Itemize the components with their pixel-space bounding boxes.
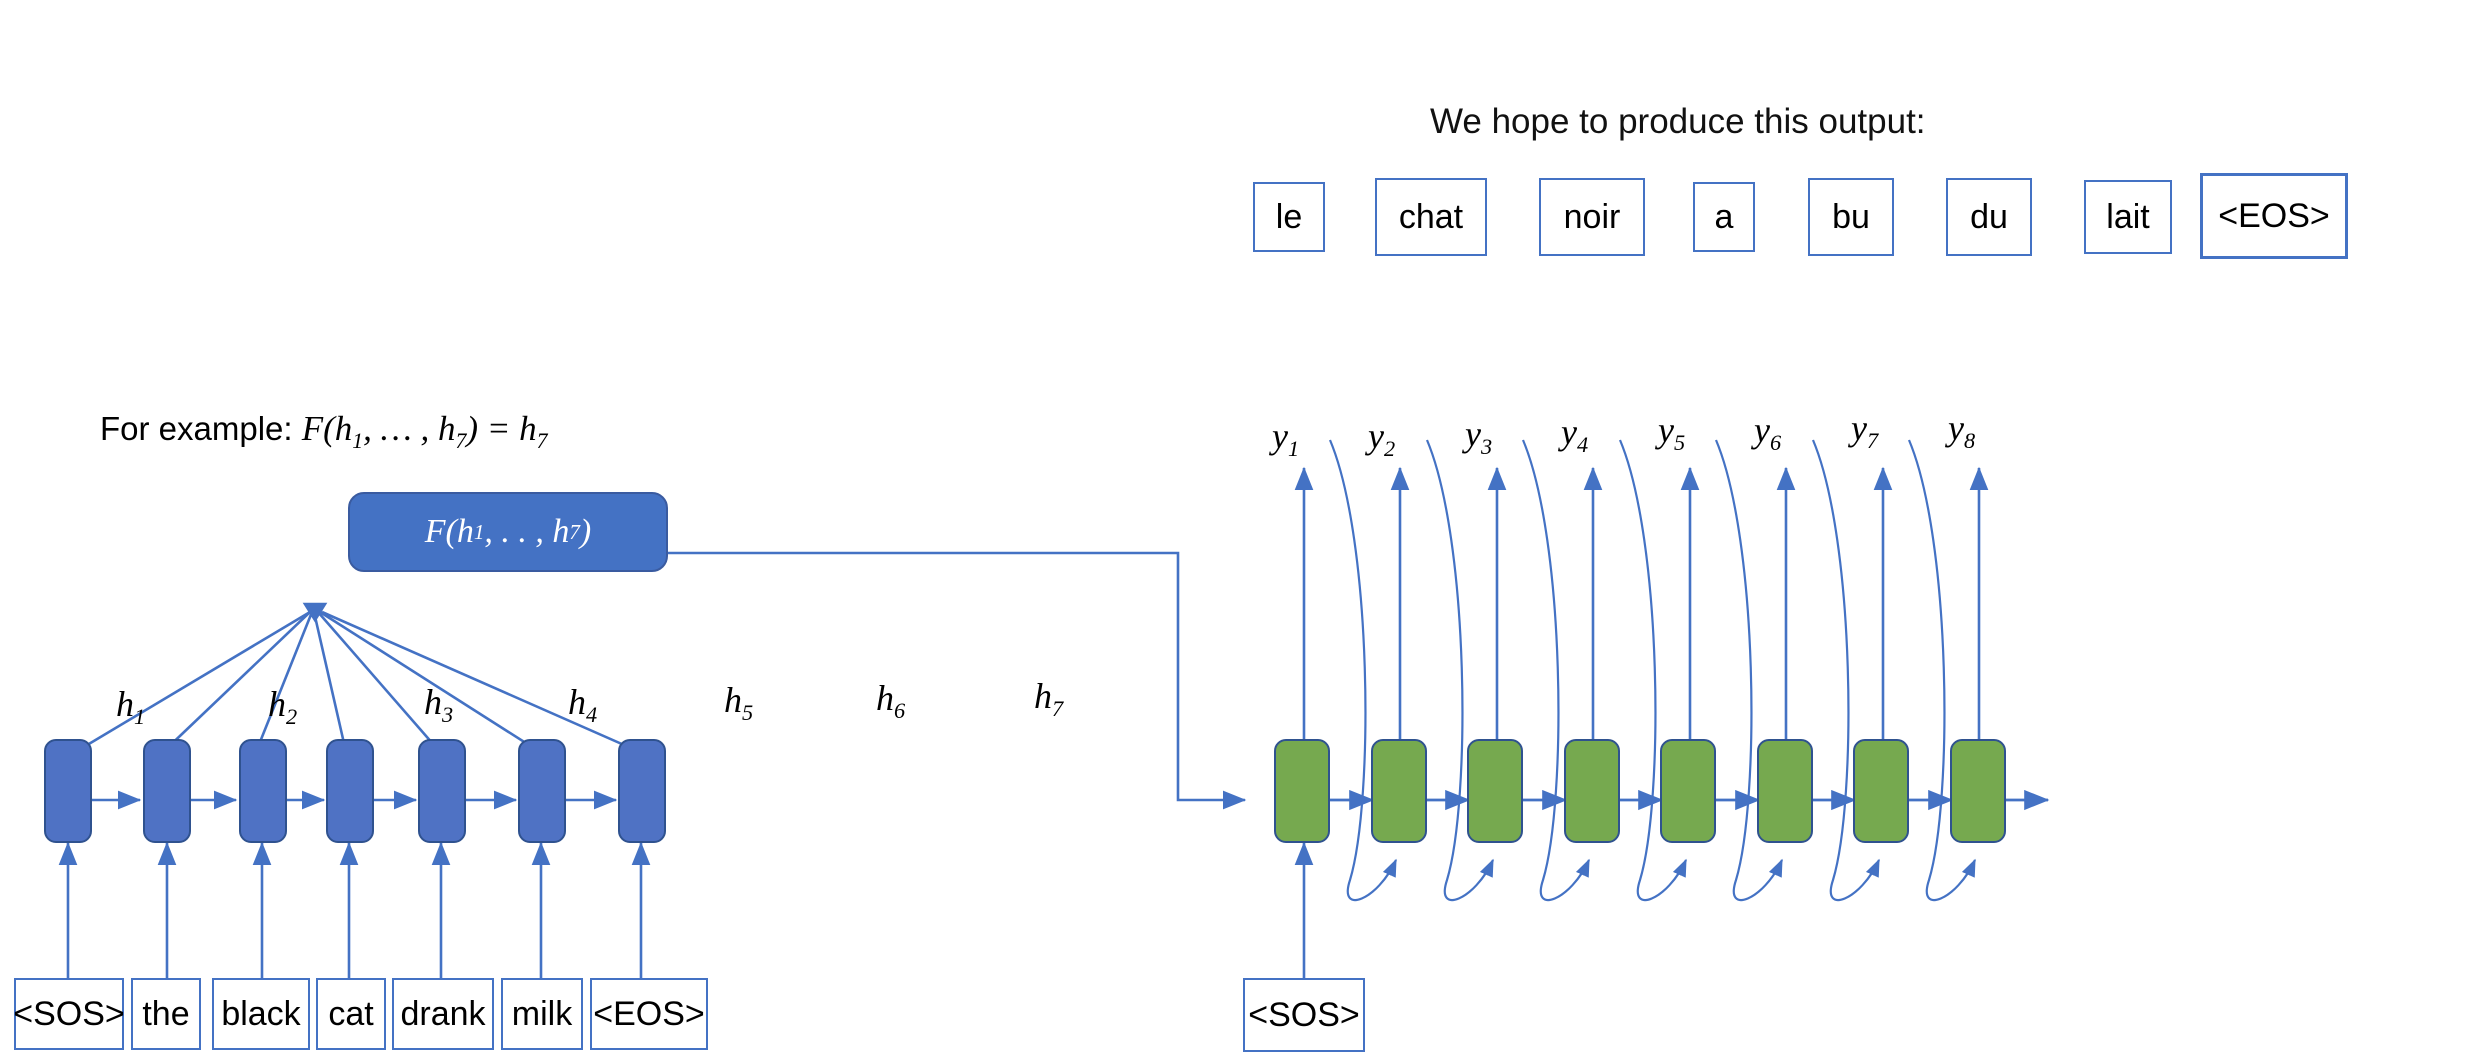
y2-base: y xyxy=(1368,416,1384,456)
hidden-label-h7: h7 xyxy=(1034,678,1063,721)
example-caption: For example: F(h1, … , h7) = h7 xyxy=(100,409,547,454)
y2-sub: 2 xyxy=(1383,436,1396,462)
fbox-open: F(h xyxy=(424,513,474,550)
hidden-label-h5: h5 xyxy=(724,682,753,725)
caption-close: ) = h xyxy=(466,409,537,448)
y6-sub: 6 xyxy=(1769,430,1782,456)
decoder-cell-2[interactable] xyxy=(1371,739,1427,843)
y4-base: y xyxy=(1561,412,1577,452)
target-token-a[interactable]: a xyxy=(1693,182,1755,252)
encoder-input-arrows xyxy=(58,841,651,978)
encoder-cell-5[interactable] xyxy=(418,739,466,843)
y3-base: y xyxy=(1465,414,1481,454)
fbox-mid: , . . , h xyxy=(484,513,570,550)
example-caption-prefix: For example: xyxy=(100,410,302,447)
decoder-cell-4[interactable] xyxy=(1564,739,1620,843)
decoder-cell-3[interactable] xyxy=(1467,739,1523,843)
encoder-input-sos[interactable]: <SOS> xyxy=(13,978,125,1050)
target-token-le[interactable]: le xyxy=(1253,182,1325,252)
h1-base: h xyxy=(116,684,134,724)
encoder-input-eos[interactable]: <EOS> xyxy=(590,978,708,1050)
encoder-cell-2[interactable] xyxy=(143,739,191,843)
target-output-headline: We hope to produce this output: xyxy=(1430,102,1926,141)
y8-base: y xyxy=(1948,408,1964,448)
h4-base: h xyxy=(568,682,586,722)
context-function-box[interactable]: F(h 1, . . , h 7) xyxy=(348,492,668,572)
y8-sub: 8 xyxy=(1963,428,1976,454)
encoder-cell-3[interactable] xyxy=(239,739,287,843)
h7-sub: 7 xyxy=(1052,696,1064,722)
encoder-input-milk[interactable]: milk xyxy=(501,978,583,1050)
caption-func-open: F(h xyxy=(301,409,353,448)
h1-sub: 1 xyxy=(134,704,146,730)
encoder-input-the[interactable]: the xyxy=(131,978,201,1050)
target-token-noir[interactable]: noir xyxy=(1539,178,1645,256)
caption-sub-b: 7 xyxy=(455,429,467,453)
fbox-sub-a: 1 xyxy=(473,519,485,544)
h3-sub: 3 xyxy=(442,702,454,728)
hidden-label-h1: h1 xyxy=(116,686,145,729)
h7-base: h xyxy=(1034,676,1052,716)
output-label-y6: y6 xyxy=(1754,412,1781,455)
target-token-eos[interactable]: <EOS> xyxy=(2200,173,2348,259)
encoder-cell-4[interactable] xyxy=(326,739,374,843)
decoder-cell-7[interactable] xyxy=(1853,739,1909,843)
hidden-state-fanin-lines xyxy=(61,602,641,762)
hidden-label-h6: h6 xyxy=(876,680,905,723)
encoder-cell-7[interactable] xyxy=(618,739,666,843)
fbox-close: ) xyxy=(579,513,592,550)
encoder-input-black[interactable]: black xyxy=(212,978,310,1050)
y5-sub: 5 xyxy=(1673,430,1686,456)
diagram-canvas: We hope to produce this output: le chat … xyxy=(0,0,2476,1064)
output-label-y5: y5 xyxy=(1658,412,1685,455)
encoder-cell-1[interactable] xyxy=(44,739,92,843)
target-token-lait[interactable]: lait xyxy=(2084,180,2172,254)
y3-sub: 3 xyxy=(1480,434,1493,460)
y4-sub: 4 xyxy=(1576,432,1589,458)
h6-base: h xyxy=(876,678,894,718)
output-label-y2: y2 xyxy=(1368,418,1395,461)
decoder-output-arrows xyxy=(1294,466,1989,757)
h5-base: h xyxy=(724,680,742,720)
output-label-y7: y7 xyxy=(1851,410,1878,453)
output-label-y1: y1 xyxy=(1272,418,1299,461)
h5-sub: 5 xyxy=(742,700,754,726)
y1-sub: 1 xyxy=(1287,436,1300,462)
decoder-cell-5[interactable] xyxy=(1660,739,1716,843)
y6-base: y xyxy=(1754,410,1770,450)
y5-base: y xyxy=(1658,410,1674,450)
output-label-y4: y4 xyxy=(1561,414,1588,457)
decoder-cell-8[interactable] xyxy=(1950,739,2006,843)
decoder-input-sos[interactable]: <SOS> xyxy=(1243,978,1365,1052)
y7-sub: 7 xyxy=(1866,428,1879,454)
target-token-bu[interactable]: bu xyxy=(1808,178,1894,256)
fbox-sub-b: 7 xyxy=(569,519,580,544)
output-label-y3: y3 xyxy=(1465,416,1492,459)
encoder-input-cat[interactable]: cat xyxy=(316,978,386,1050)
output-label-y8: y8 xyxy=(1948,410,1975,453)
y7-base: y xyxy=(1851,408,1867,448)
hidden-label-h3: h3 xyxy=(424,684,453,727)
target-token-chat[interactable]: chat xyxy=(1375,178,1487,256)
decoder-cell-6[interactable] xyxy=(1757,739,1813,843)
caption-sub-c: 7 xyxy=(536,429,548,453)
h2-sub: 2 xyxy=(286,704,298,730)
y1-base: y xyxy=(1272,416,1288,456)
decoder-cell-1[interactable] xyxy=(1274,739,1330,843)
hidden-label-h2: h2 xyxy=(268,686,297,729)
target-token-du[interactable]: du xyxy=(1946,178,2032,256)
h2-base: h xyxy=(268,684,286,724)
encoder-input-drank[interactable]: drank xyxy=(392,978,494,1050)
h6-sub: 6 xyxy=(894,698,906,724)
caption-mid: , … , h xyxy=(363,409,456,448)
hidden-label-h4: h4 xyxy=(568,684,597,727)
example-caption-math: F(h1, … , h7) = h7 xyxy=(301,409,548,453)
h3-base: h xyxy=(424,682,442,722)
caption-sub-a: 1 xyxy=(352,429,364,453)
encoder-cell-6[interactable] xyxy=(518,739,566,843)
h4-sub: 4 xyxy=(586,702,598,728)
